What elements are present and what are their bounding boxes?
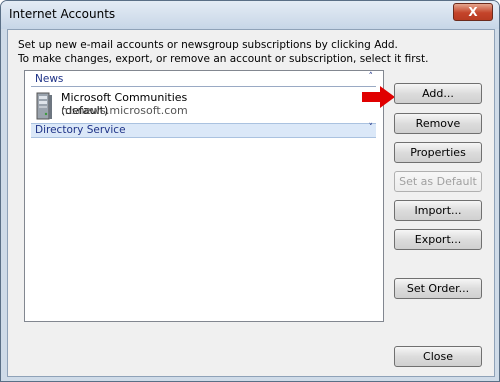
group-label-directory: Directory Service — [35, 124, 126, 136]
description-text: Set up new e-mail accounts or newsgroup … — [18, 38, 428, 66]
chevron-up-icon[interactable]: ˄ — [369, 72, 374, 82]
account-server: msnews.microsoft.com — [61, 104, 188, 117]
group-label-news: News — [35, 73, 64, 85]
remove-button[interactable]: Remove — [394, 113, 482, 134]
window-title: Internet Accounts — [9, 7, 116, 21]
set-order-button[interactable]: Set Order... — [394, 278, 482, 299]
description-line-1: Set up new e-mail accounts or newsgroup … — [18, 39, 398, 51]
group-header-news[interactable]: News ˄ — [31, 72, 376, 87]
group-header-directory-service[interactable]: Directory Service ˅ — [31, 123, 376, 138]
export-button[interactable]: Export... — [394, 229, 482, 250]
accounts-list[interactable]: News ˄ Microsoft Communities (default) m… — [24, 70, 384, 322]
red-arrow-icon — [362, 86, 395, 108]
description-line-2: To make changes, export, or remove an ac… — [18, 53, 429, 65]
window-close-button[interactable]: X — [453, 3, 493, 21]
chevron-down-icon[interactable]: ˅ — [369, 123, 374, 133]
properties-button[interactable]: Properties — [394, 142, 482, 163]
dialog-body: Set up new e-mail accounts or newsgroup … — [7, 29, 495, 377]
import-button[interactable]: Import... — [394, 200, 482, 221]
title-bar: Internet Accounts X — [1, 1, 499, 29]
account-item[interactable]: Microsoft Communities (default) msnews.m… — [31, 91, 231, 121]
close-button[interactable]: Close — [394, 346, 482, 367]
group-divider — [31, 86, 376, 87]
internet-accounts-window: Internet Accounts X Set up new e-mail ac… — [0, 0, 500, 382]
server-icon — [36, 92, 52, 120]
set-as-default-button[interactable]: Set as Default — [394, 171, 482, 192]
add-button[interactable]: Add... — [394, 83, 482, 104]
